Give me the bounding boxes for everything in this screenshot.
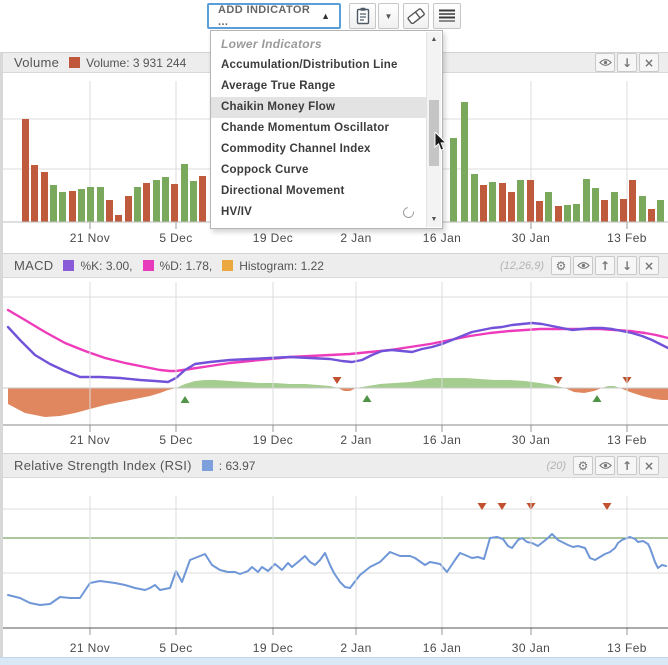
indicator-params: (12,26,9) xyxy=(500,260,544,272)
templates-dropdown-button[interactable]: ▼ xyxy=(378,3,399,29)
indicator-option[interactable]: Average True Range xyxy=(211,76,426,97)
settings-button[interactable]: ⚙ xyxy=(573,456,593,475)
svg-text:21 Nov: 21 Nov xyxy=(70,231,110,245)
indicator-option[interactable]: Directional Movement xyxy=(211,181,426,202)
svg-text:30 Jan: 30 Jan xyxy=(512,433,550,447)
legend-value: Histogram: 1.22 xyxy=(239,259,324,273)
legend-value: %D: 1.78, xyxy=(160,259,213,273)
svg-text:30 Jan: 30 Jan xyxy=(512,641,550,655)
svg-text:19 Dec: 19 Dec xyxy=(253,231,293,245)
move-up-button[interactable]: ↑ xyxy=(595,256,615,275)
dropdown-arrow-icon: ▼ xyxy=(385,12,393,21)
remove-indicators-button[interactable] xyxy=(403,3,429,29)
svg-text:21 Nov: 21 Nov xyxy=(70,641,110,655)
eye-icon xyxy=(577,261,590,270)
eye-icon xyxy=(599,461,612,470)
legend-swatch xyxy=(143,260,154,271)
legend-swatch xyxy=(222,260,233,271)
close-button[interactable]: × xyxy=(639,256,659,275)
rsi-chart: 21 Nov 5 Dec 19 Dec 2 Jan 16 Jan 30 Jan 13 Feb xyxy=(0,478,668,657)
svg-text:30 Jan: 30 Jan xyxy=(512,231,550,245)
svg-text:2 Jan: 2 Jan xyxy=(340,231,371,245)
indicator-option[interactable]: Coppock Curve xyxy=(211,160,426,181)
move-down-button[interactable]: ↓ xyxy=(617,53,637,72)
indicator-option[interactable]: HV/IV xyxy=(211,202,426,223)
svg-text:16 Jan: 16 Jan xyxy=(423,433,461,447)
eraser-icon xyxy=(407,8,425,24)
add-indicator-label: ADD INDICATOR ... xyxy=(218,4,321,28)
svg-text:5 Dec: 5 Dec xyxy=(159,641,192,655)
legend-value: : 63.97 xyxy=(219,459,256,473)
svg-text:19 Dec: 19 Dec xyxy=(253,641,293,655)
svg-text:16 Jan: 16 Jan xyxy=(423,231,461,245)
indicator-list: Lower Indicators Accumulation/Distributi… xyxy=(211,34,426,223)
svg-text:2 Jan: 2 Jan xyxy=(340,641,371,655)
indicator-templates-button[interactable] xyxy=(349,3,376,29)
left-edge-strip xyxy=(0,52,3,657)
svg-text:5 Dec: 5 Dec xyxy=(159,433,192,447)
svg-text:5 Dec: 5 Dec xyxy=(159,231,192,245)
bottom-strip xyxy=(0,657,668,665)
panel-title: Relative Strength Index (RSI) xyxy=(14,458,192,473)
svg-text:13 Feb: 13 Feb xyxy=(607,433,647,447)
svg-text:19 Dec: 19 Dec xyxy=(253,433,293,447)
macd-panel-header: MACD %K: 3.00, %D: 1.78, Histogram: 1.22… xyxy=(0,253,668,278)
move-up-button[interactable]: ↑ xyxy=(617,456,637,475)
loading-spinner-icon xyxy=(401,205,416,220)
collapse-icon: ▲ xyxy=(321,11,330,21)
lines-icon xyxy=(439,9,455,23)
move-down-button[interactable]: ↓ xyxy=(617,256,637,275)
indicator-option[interactable]: Chande Momentum Oscillator xyxy=(211,118,426,139)
svg-text:13 Feb: 13 Feb xyxy=(607,231,647,245)
visibility-button[interactable] xyxy=(595,53,615,72)
svg-text:21 Nov: 21 Nov xyxy=(70,433,110,447)
toolbar: ADD INDICATOR ... ▲ ▼ xyxy=(0,0,668,32)
legend-swatch xyxy=(63,260,74,271)
panel-title: Volume xyxy=(14,55,59,70)
add-indicator-button[interactable]: ADD INDICATOR ... ▲ xyxy=(207,3,341,29)
legend-value: Volume: 3 931 244 xyxy=(86,56,186,70)
visibility-button[interactable] xyxy=(573,256,593,275)
close-button[interactable]: × xyxy=(639,456,659,475)
legend-swatch xyxy=(202,460,213,471)
panel-title: MACD xyxy=(14,258,53,273)
close-button[interactable]: × xyxy=(639,53,659,72)
panel-layout-button[interactable] xyxy=(433,3,461,29)
svg-text:16 Jan: 16 Jan xyxy=(423,641,461,655)
scrollbar-thumb[interactable] xyxy=(429,100,439,166)
clipboard-icon xyxy=(355,7,371,25)
settings-button[interactable]: ⚙ xyxy=(551,256,571,275)
svg-text:13 Feb: 13 Feb xyxy=(607,641,647,655)
svg-text:2 Jan: 2 Jan xyxy=(340,433,371,447)
indicator-params: (20) xyxy=(546,460,566,472)
indicator-dropdown: Lower Indicators Accumulation/Distributi… xyxy=(210,30,443,229)
scroll-up-button[interactable]: ▲ xyxy=(427,32,441,47)
scroll-down-button[interactable]: ▼ xyxy=(427,212,441,227)
eye-icon xyxy=(599,58,612,67)
indicator-option[interactable]: Accumulation/Distribution Line xyxy=(211,55,426,76)
indicator-option[interactable]: Chaikin Money Flow xyxy=(211,97,426,118)
indicator-option[interactable]: Commodity Channel Index xyxy=(211,139,426,160)
visibility-button[interactable] xyxy=(595,456,615,475)
legend-swatch xyxy=(69,57,80,68)
rsi-panel-header: Relative Strength Index (RSI) : 63.97 (2… xyxy=(0,453,668,478)
dropdown-scrollbar[interactable]: ▲ ▼ xyxy=(426,32,441,227)
legend-value: %K: 3.00, xyxy=(80,259,132,273)
macd-chart: 21 Nov 5 Dec 19 Dec 2 Jan 16 Jan 30 Jan 13 Feb xyxy=(0,278,668,453)
dropdown-group-header: Lower Indicators xyxy=(211,34,426,55)
